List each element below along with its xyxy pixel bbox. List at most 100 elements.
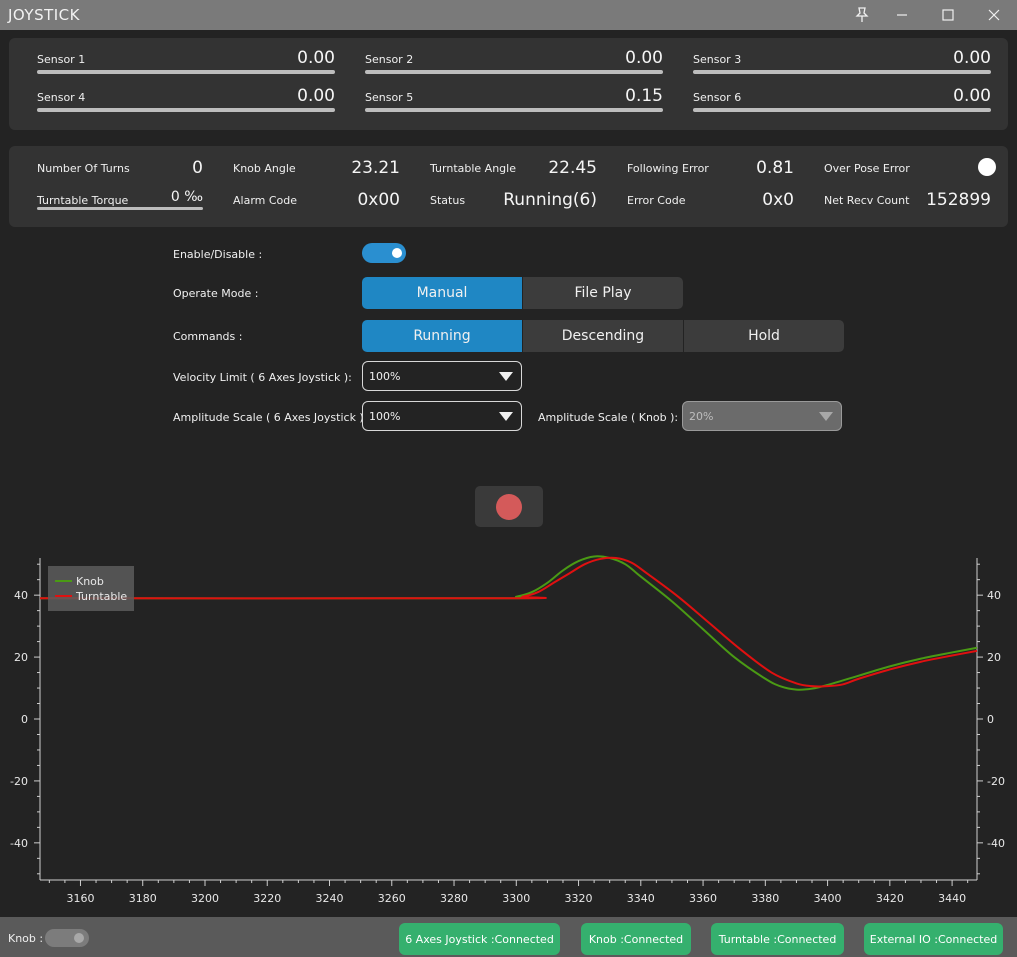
legend-label-turntable: Turntable (75, 590, 127, 603)
sensor-3-bar (693, 70, 991, 74)
sensor-2-value: 0.00 (625, 48, 663, 68)
sensor-panel: Sensor 1 0.00 Sensor 2 0.00 Sensor 3 0.0… (9, 38, 1008, 130)
sensor-1-bar (37, 70, 335, 74)
velocity-limit-value: 100% (369, 370, 401, 383)
x-tick-label: 3160 (66, 892, 94, 905)
x-tick-label: 3260 (378, 892, 406, 905)
minimize-icon (897, 14, 907, 16)
sensor-6-value: 0.00 (953, 86, 991, 106)
amplitude-scale-value: 100% (369, 410, 401, 423)
series-line-turntable (39, 556, 978, 688)
sensor-2-label: Sensor 2 (365, 53, 414, 66)
sensor-5-bar (365, 108, 663, 112)
x-tick-label: 3180 (129, 892, 157, 905)
x-tick-label: 3400 (814, 892, 842, 905)
y-tick-label-left: -20 (10, 775, 28, 788)
velocity-limit-select[interactable]: 100% (362, 361, 522, 391)
title-bar: JOYSTICK (0, 0, 1017, 30)
turntable-torque-label: Turntable Torque (37, 194, 129, 207)
sensor-5-value: 0.15 (625, 86, 663, 106)
sensor-2-bar (365, 70, 663, 74)
commands-label: Commands : (173, 330, 243, 343)
series-line-knob (39, 555, 978, 691)
over-pose-error-indicator (978, 158, 996, 176)
legend-box (48, 566, 134, 611)
x-tick-label: 3380 (751, 892, 779, 905)
chevron-down-icon (819, 412, 833, 421)
command-running-button[interactable]: Running (362, 320, 522, 352)
record-icon (496, 494, 522, 520)
x-tick-label: 3360 (689, 892, 717, 905)
y-tick-label-left: 20 (14, 651, 28, 664)
status-bar: Knob : 6 Axes Joystick :Connected Knob :… (0, 917, 1017, 957)
chart-lines (39, 555, 978, 691)
chart-legend: Knob Turntable (48, 566, 134, 611)
amplitude-scale-knob-select[interactable]: 20% (682, 401, 842, 431)
command-descending-button[interactable]: Descending (523, 320, 683, 352)
following-error-value: 0.81 (756, 158, 794, 178)
y-tick-label-left: 0 (21, 713, 28, 726)
following-error-label: Following Error (627, 162, 709, 175)
operate-mode-file-play-button[interactable]: File Play (523, 277, 683, 309)
chevron-down-icon (499, 412, 513, 421)
number-of-turns-value: 0 (192, 158, 203, 178)
x-tick-label: 3300 (502, 892, 530, 905)
record-button[interactable] (475, 486, 543, 527)
sensor-4-bar (37, 108, 335, 112)
turntable-angle-label: Turntable Angle (430, 162, 516, 175)
minimize-button[interactable] (880, 0, 924, 30)
y-tick-label-left: 40 (14, 589, 28, 602)
sensor-1-value: 0.00 (297, 48, 335, 68)
sensor-5-label: Sensor 5 (365, 91, 414, 104)
over-pose-error-label: Over Pose Error (824, 162, 910, 175)
enable-label: Enable/Disable : (173, 248, 263, 261)
sensor-3-value: 0.00 (953, 48, 991, 68)
sensor-6-label: Sensor 6 (693, 91, 742, 104)
amplitude-scale-knob-label: Amplitude Scale ( Knob ): (538, 411, 679, 424)
error-code-value: 0x0 (762, 190, 794, 210)
knob-toggle-label: Knob : (8, 932, 44, 945)
joystick-connection-badge: 6 Axes Joystick :Connected (399, 923, 560, 955)
net-recv-count-value: 152899 (926, 190, 991, 210)
enable-toggle-knob (392, 248, 402, 258)
knob-toggle-knob (74, 933, 84, 943)
turntable-torque-value: 0 ‰ (170, 189, 203, 205)
pin-icon[interactable] (840, 0, 884, 30)
knob-connection-badge: Knob :Connected (581, 923, 691, 955)
knob-toggle[interactable] (45, 929, 89, 947)
alarm-code-label: Alarm Code (233, 194, 298, 207)
knob-angle-label: Knob Angle (233, 162, 296, 175)
maximize-icon (942, 9, 954, 21)
external-io-connection-badge: External IO :Connected (864, 923, 1003, 955)
status-value: Running(6) (503, 190, 597, 210)
sensor-6-bar (693, 108, 991, 112)
alarm-code-value: 0x00 (357, 190, 400, 210)
sensor-3-label: Sensor 3 (693, 53, 742, 66)
amplitude-scale-knob-value: 20% (689, 410, 714, 423)
sensor-1-label: Sensor 1 (37, 53, 86, 66)
knob-angle-value: 23.21 (351, 158, 400, 178)
info-panel: Number Of Turns 0 Knob Angle 23.21 Turnt… (9, 146, 1008, 227)
x-tick-label: 3220 (253, 892, 281, 905)
maximize-button[interactable] (926, 0, 970, 30)
operate-mode-manual-button[interactable]: Manual (362, 277, 522, 309)
command-hold-button[interactable]: Hold (684, 320, 844, 352)
net-recv-count-label: Net Recv Count (824, 194, 910, 207)
turntable-torque-bar (37, 207, 203, 210)
enable-toggle[interactable] (362, 243, 406, 263)
velocity-limit-label: Velocity Limit ( 6 Axes Joystick ): (173, 371, 352, 384)
pin-icon-glyph (855, 7, 869, 22)
status-label: Status (430, 194, 466, 207)
close-button[interactable] (972, 0, 1016, 30)
x-tick-label: 3200 (191, 892, 219, 905)
y-tick-label-right: -20 (987, 775, 1005, 788)
amplitude-scale-select[interactable]: 100% (362, 401, 522, 431)
legend-label-knob: Knob (76, 575, 104, 588)
operate-mode-label: Operate Mode : (173, 287, 259, 300)
sensor-4-label: Sensor 4 (37, 91, 86, 104)
y-tick-label-right: 20 (987, 651, 1001, 664)
y-tick-label-right: 0 (987, 713, 994, 726)
chart-axes: 40 40 20 20 0 0 -20 -20 -40 -40 3160 3180 3200 3220 32… (10, 558, 1005, 905)
number-of-turns-label: Number Of Turns (37, 162, 130, 175)
x-tick-label: 3340 (627, 892, 655, 905)
